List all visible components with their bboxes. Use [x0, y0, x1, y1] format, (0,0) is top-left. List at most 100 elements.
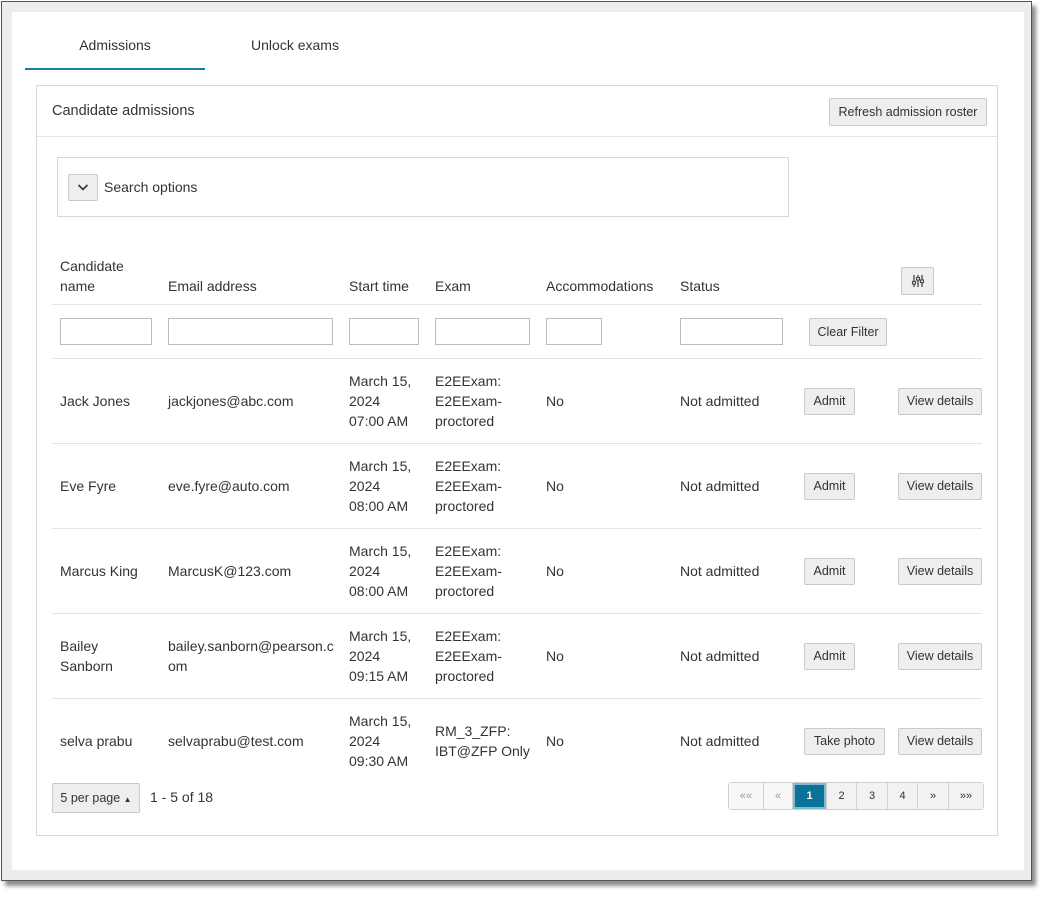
admit-button[interactable]: Admit — [804, 473, 855, 500]
refresh-roster-button[interactable]: Refresh admission roster — [829, 98, 987, 126]
cell-text: 08:00 AM — [349, 583, 409, 599]
app-window: Admissions Unlock exams Candidate admiss… — [1, 1, 1032, 881]
cell-text: 2024 — [349, 563, 381, 579]
cell-email: jackjones@abc.com — [168, 393, 294, 409]
header-candidate-name-line2: name — [60, 278, 96, 294]
cell-candidate-name: Eve Fyre — [60, 476, 160, 496]
cell-email: MarcusK@123.com — [168, 563, 292, 579]
cell-text: E2EExam: — [435, 458, 502, 474]
page-button-1[interactable]: 1 — [793, 783, 827, 809]
caret-up-icon: ▲ — [123, 795, 132, 804]
filter-exam[interactable] — [435, 318, 530, 345]
cell-start-time: March 15, 2024 09:15 AM — [349, 626, 429, 686]
cell-text: 2024 — [349, 733, 381, 749]
cell-text: E2EExam- — [435, 648, 502, 664]
cell-email: selvaprabu@test.com — [168, 733, 304, 749]
header-email[interactable]: Email address — [168, 276, 257, 296]
cell-text: E2EExam- — [435, 393, 502, 409]
tab-unlock-exams-label: Unlock exams — [251, 37, 339, 53]
cell-status: Not admitted — [680, 393, 760, 409]
panel-title: Candidate admissions — [52, 103, 195, 119]
cell-accommodations: No — [546, 478, 564, 494]
tab-admissions[interactable]: Admissions — [25, 37, 205, 70]
cell-text: proctored — [435, 498, 495, 514]
admit-button[interactable]: Admit — [804, 558, 855, 585]
sliders-icon — [911, 275, 925, 287]
cell-text: RM_3_ZFP: — [435, 723, 511, 739]
cell-text: E2EExam- — [435, 478, 502, 494]
cell-text: March 15, — [349, 458, 412, 474]
cell-text: E2EExam: — [435, 628, 502, 644]
header-exam[interactable]: Exam — [435, 276, 471, 296]
view-details-button[interactable]: View details — [898, 388, 982, 415]
cell-exam: RM_3_ZFP: IBT@ZFP Only — [435, 721, 540, 761]
cell-start-time: March 15, 2024 09:30 AM — [349, 711, 429, 771]
cell-text: Marcus King — [60, 563, 138, 579]
cell-text: selva prabu — [60, 733, 133, 749]
cell-text: March 15, — [349, 713, 412, 729]
table-row: Bailey Sanborn bailey.sanborn@pearson.co… — [52, 614, 982, 699]
cell-accommodations: No — [546, 393, 564, 409]
view-details-button[interactable]: View details — [898, 473, 982, 500]
cell-text: 2024 — [349, 393, 381, 409]
filter-candidate-name[interactable] — [60, 318, 152, 345]
header-start-time[interactable]: Start time — [349, 276, 409, 296]
filter-accommodations[interactable] — [546, 318, 602, 345]
pagination: «« « 1 2 3 4 » »» — [728, 782, 984, 810]
search-options-box: Search options — [57, 157, 789, 217]
page-button-4[interactable]: 4 — [888, 783, 918, 809]
cell-exam: E2EExam: E2EExam- proctored — [435, 456, 540, 516]
next-page-button[interactable]: » — [918, 783, 949, 809]
admit-button[interactable]: Admit — [804, 643, 855, 670]
header-accommodations[interactable]: Accommodations — [546, 276, 653, 296]
cell-email: bailey.sanborn@pearson.com — [168, 638, 334, 674]
cell-exam: E2EExam: E2EExam- proctored — [435, 626, 540, 686]
table-row: Eve Fyre eve.fyre@auto.com March 15, 202… — [52, 444, 982, 529]
admit-button[interactable]: Admit — [804, 388, 855, 415]
last-page-button[interactable]: »» — [949, 783, 983, 809]
cell-text: E2EExam- — [435, 563, 502, 579]
cell-text: 07:00 AM — [349, 413, 409, 429]
header-candidate-name-line1: Candidate — [60, 258, 124, 274]
cell-accommodations: No — [546, 733, 564, 749]
cell-status: Not admitted — [680, 478, 760, 494]
header-status[interactable]: Status — [680, 276, 720, 296]
filter-status[interactable] — [680, 318, 783, 345]
column-settings-button[interactable] — [901, 267, 934, 295]
cell-text: proctored — [435, 413, 495, 429]
cell-candidate-name: Jack Jones — [60, 391, 160, 411]
prev-page-button[interactable]: « — [764, 783, 793, 809]
cell-text: IBT@ZFP Only — [435, 743, 530, 759]
per-page-label: 5 per page — [60, 791, 121, 805]
cell-text: Eve Fyre — [60, 478, 117, 494]
cell-accommodations: No — [546, 648, 564, 664]
cell-text: Sanborn — [60, 658, 113, 674]
take-photo-button[interactable]: Take photo — [804, 728, 885, 755]
per-page-select[interactable]: 5 per page ▲ — [52, 783, 140, 813]
range-text: 1 - 5 of 18 — [150, 789, 214, 805]
cell-text: 09:30 AM — [349, 753, 409, 769]
filter-email[interactable] — [168, 318, 333, 345]
table-row: selva prabu selvaprabu@test.com March 15… — [52, 699, 982, 784]
header-candidate-name[interactable]: Candidate name — [60, 256, 124, 296]
view-details-button[interactable]: View details — [898, 643, 982, 670]
page-button-2[interactable]: 2 — [827, 783, 857, 809]
cell-text: March 15, — [349, 543, 412, 559]
cell-email: eve.fyre@auto.com — [168, 478, 290, 494]
cell-start-time: March 15, 2024 08:00 AM — [349, 456, 429, 516]
cell-candidate-name: Marcus King — [60, 561, 160, 581]
chevron-down-icon — [77, 184, 89, 191]
view-details-button[interactable]: View details — [898, 728, 982, 755]
search-options-toggle[interactable] — [68, 174, 98, 201]
cell-text: E2EExam: — [435, 373, 502, 389]
cell-text: March 15, — [349, 628, 412, 644]
first-page-button[interactable]: «« — [729, 783, 764, 809]
cell-text: 09:15 AM — [349, 668, 409, 684]
view-details-button[interactable]: View details — [898, 558, 982, 585]
clear-filter-button[interactable]: Clear Filter — [809, 318, 887, 346]
filter-start-time[interactable] — [349, 318, 419, 345]
tab-unlock-exams[interactable]: Unlock exams — [205, 37, 385, 70]
page-button-3[interactable]: 3 — [857, 783, 888, 809]
cell-text: E2EExam: — [435, 543, 502, 559]
search-options-label[interactable]: Search options — [104, 179, 197, 195]
